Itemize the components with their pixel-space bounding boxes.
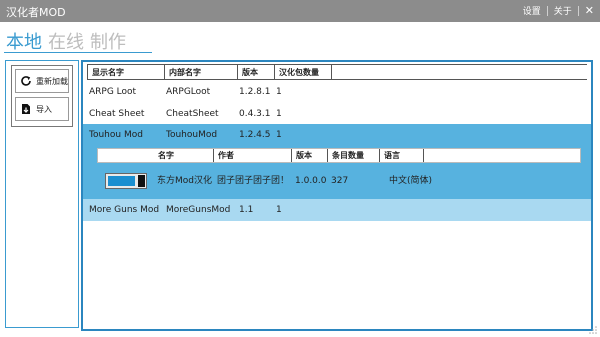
about-link[interactable]: 关于 — [554, 4, 572, 17]
cell-internal-name: ARPGLoot — [166, 87, 211, 97]
cell-pack-count: 1 — [276, 130, 282, 140]
import-label: 导入 — [36, 104, 52, 114]
cell-version: 1.0.0.0 — [295, 176, 327, 186]
toggle-knob[interactable] — [138, 175, 145, 187]
tab-underline — [4, 52, 152, 53]
column-header-author[interactable]: 作者 — [214, 149, 292, 162]
table-row-expanded[interactable]: Touhou Mod TouhouMod 1.2.4.5 1 — [83, 124, 591, 146]
column-header-version[interactable]: 版本 — [238, 65, 275, 80]
cell-version: 0.4.3.1 — [239, 109, 271, 119]
cell-version: 1.1 — [239, 205, 254, 215]
cell-display-name: More Guns Mod — [89, 205, 160, 215]
column-header-display-name[interactable]: 显示名字 — [87, 65, 165, 80]
cell-internal-name: CheatSheet — [166, 109, 219, 119]
cell-display-name: Cheat Sheet — [89, 109, 145, 119]
settings-link[interactable]: 设置 — [523, 4, 541, 17]
close-icon[interactable]: ✕ — [585, 5, 594, 16]
mod-list-panel: 显示名字 内部名字 版本 汉化包数量 ARPG Loot ARPGLoot 1.… — [81, 60, 593, 331]
table-row[interactable]: ARPG Loot ARPGLoot 1.2.8.1 1 — [83, 81, 591, 103]
table-row[interactable]: Cheat Sheet CheatSheet 0.4.3.1 1 — [83, 103, 591, 125]
row-details: 名字 作者 版本 条目数量 语言 东方Mod汉化 团子团子团子团！ 1.0.0.… — [83, 146, 591, 204]
subgrid-header: 名字 作者 版本 条目数量 语言 — [97, 148, 581, 163]
column-header-internal-name[interactable]: 内部名字 — [165, 65, 238, 80]
cell-version: 1.2.4.5 — [239, 130, 271, 140]
enable-toggle[interactable] — [105, 173, 147, 189]
window-controls: 设置 关于 ✕ — [523, 4, 594, 17]
title-bar: 汉化者MOD 设置 关于 ✕ — [0, 0, 600, 22]
column-header-name[interactable]: 名字 — [154, 149, 214, 162]
separator — [577, 5, 579, 16]
reload-button[interactable]: 重新加载 — [15, 69, 69, 93]
cell-version: 1.2.8.1 — [239, 87, 271, 97]
reload-label: 重新加载 — [36, 76, 68, 86]
table-row-selected[interactable]: More Guns Mod MoreGunsMod 1.1 1 — [83, 199, 591, 221]
cell-pack-count: 1 — [276, 205, 282, 215]
cell-pack-count: 1 — [276, 109, 282, 119]
column-header-version[interactable]: 版本 — [292, 149, 328, 162]
column-header-entry-count[interactable]: 条目数量 — [328, 149, 380, 162]
column-header-pack-count[interactable]: 汉化包数量 — [275, 65, 332, 80]
import-file-icon — [22, 104, 30, 114]
cell-display-name: ARPG Loot — [89, 87, 137, 97]
import-button[interactable]: 导入 — [15, 97, 69, 121]
tab-bar: 本地 在线 制作 — [4, 26, 130, 54]
cell-display-name: Touhou Mod — [89, 130, 143, 140]
app-title: 汉化者MOD — [6, 6, 66, 19]
subgrid-row[interactable]: 东方Mod汉化 团子团子团子团！ 1.0.0.0 327 中文(简体) — [97, 170, 581, 192]
tab-local[interactable]: 本地 — [4, 32, 44, 54]
tab-online[interactable]: 在线 — [46, 32, 86, 54]
cell-author: 团子团子团子团！ — [217, 176, 290, 186]
cell-internal-name: TouhouMod — [166, 130, 218, 140]
side-panel: 重新加载 导入 — [5, 60, 79, 328]
cell-language: 中文(简体) — [389, 176, 433, 186]
separator — [546, 5, 548, 16]
refresh-icon — [21, 76, 31, 86]
cell-pack-count: 1 — [276, 87, 282, 97]
column-header-language[interactable]: 语言 — [380, 149, 424, 162]
resize-grip-icon[interactable] — [588, 325, 598, 335]
cell-entry-count: 327 — [331, 176, 349, 186]
action-group: 重新加载 导入 — [11, 65, 73, 127]
cell-internal-name: MoreGunsMod — [166, 205, 231, 215]
cell-pack-name: 东方Mod汉化 — [157, 176, 212, 186]
toggle-fill — [108, 176, 135, 186]
grid-header: 显示名字 内部名字 版本 汉化包数量 — [87, 64, 587, 80]
tab-make[interactable]: 制作 — [88, 32, 128, 54]
